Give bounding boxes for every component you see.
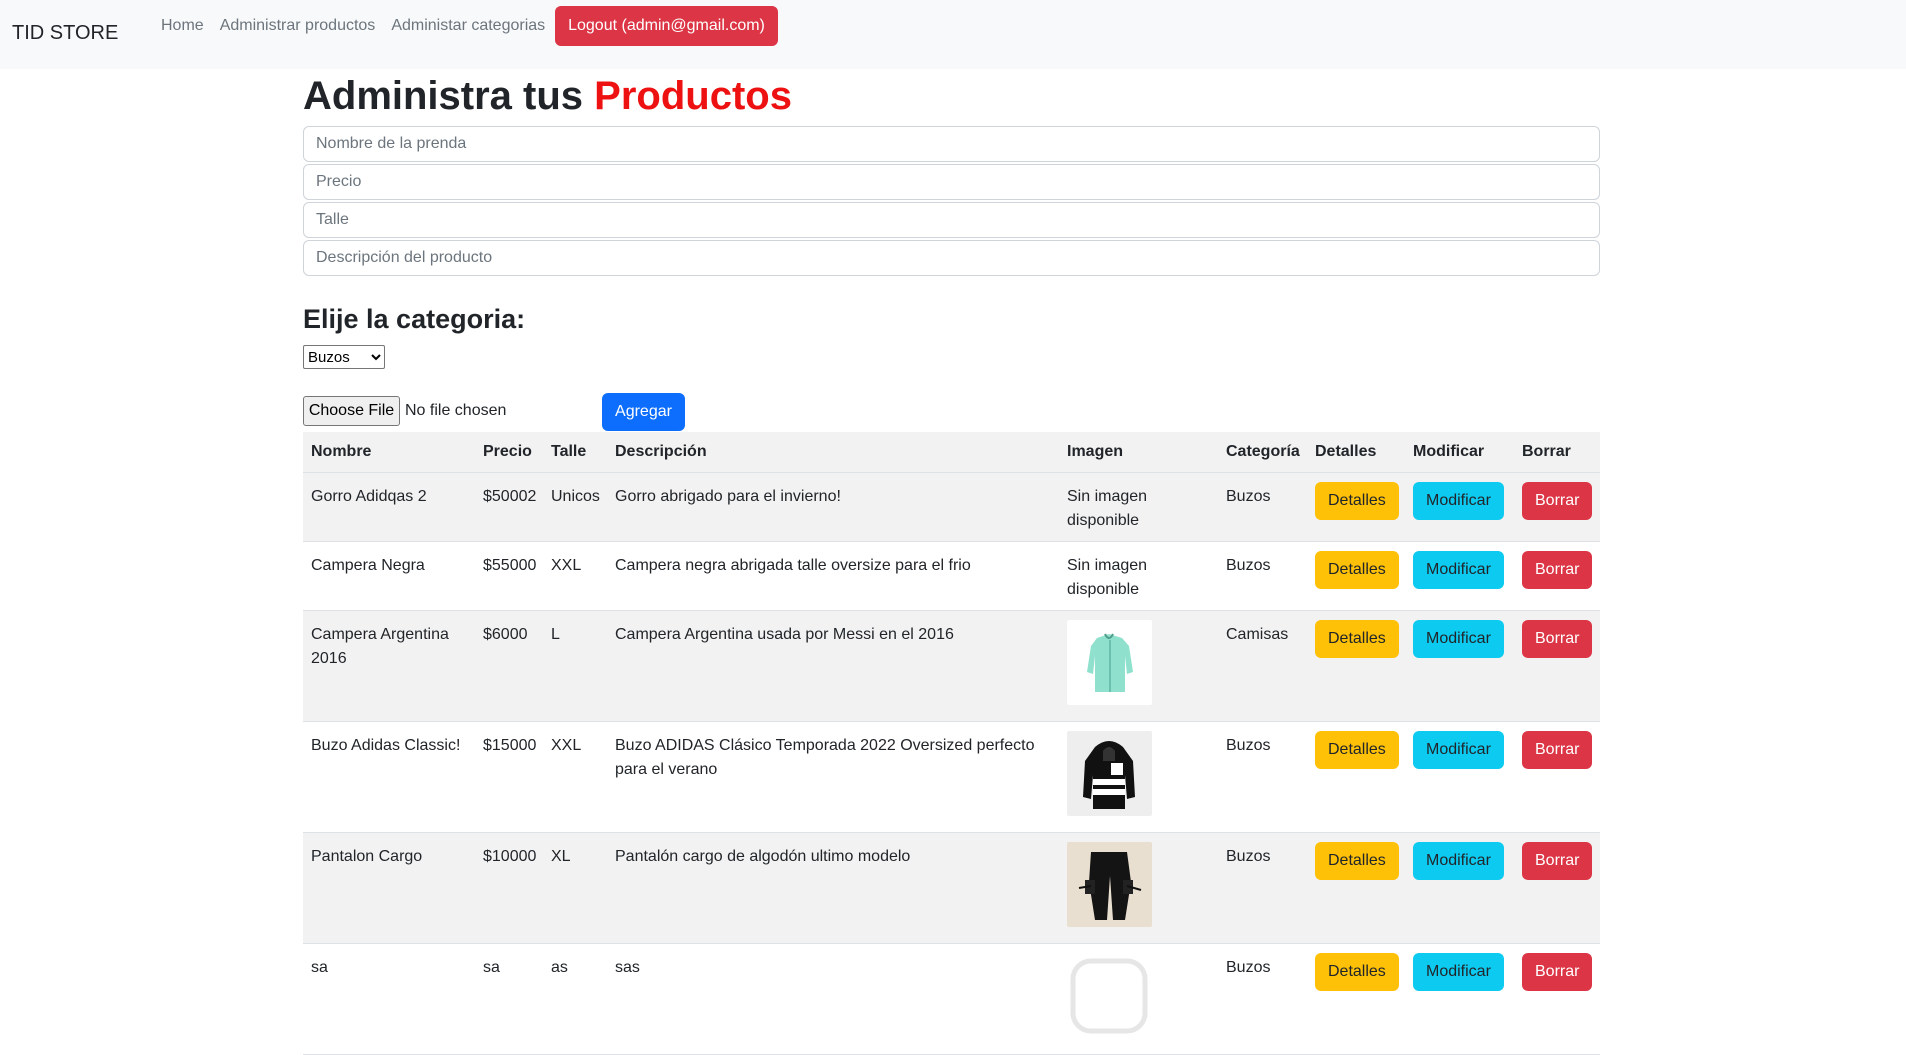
details-button[interactable]: Detalles (1315, 551, 1399, 589)
delete-button[interactable]: Borrar (1522, 842, 1593, 880)
cell-name: Buzo Adidas Classic! (303, 721, 475, 833)
details-button[interactable]: Detalles (1315, 953, 1399, 991)
col-header-delete: Borrar (1514, 432, 1600, 473)
black-hoodie-thumbnail (1067, 731, 1152, 816)
cell-name: Campera Negra (303, 541, 475, 611)
cell-price: $55000 (475, 541, 543, 611)
table-row: Pantalon Cargo $10000 XL Pantalón cargo … (303, 832, 1600, 944)
category-select[interactable]: Buzos (303, 345, 385, 369)
cell-category: Buzos (1218, 832, 1307, 944)
cell-image-unavailable: Sin imagen disponible (1059, 541, 1218, 611)
cell-image-unavailable: Sin imagen disponible (1059, 472, 1218, 542)
col-header-name: Nombre (303, 432, 475, 473)
modify-button[interactable]: Modificar (1413, 620, 1504, 658)
table-header-row: Nombre Precio Talle Descripción Imagen C… (303, 432, 1600, 473)
choose-file-button[interactable]: Choose File (303, 396, 400, 426)
delete-button[interactable]: Borrar (1522, 551, 1593, 589)
table-row: Campera Argentina 2016 $6000 L Campera A… (303, 610, 1600, 722)
table-row: Buzo Adidas Classic! $15000 XXL Buzo ADI… (303, 721, 1600, 833)
product-name-input[interactable] (303, 126, 1600, 162)
file-status-text: No file chosen (405, 402, 507, 419)
cell-category: Buzos (1218, 472, 1307, 542)
cell-category: Buzos (1218, 943, 1307, 1055)
cell-price: $10000 (475, 832, 543, 944)
brand-logo[interactable]: TID STORE (12, 22, 118, 45)
navbar: TID STORE Home Administrar productos Adm… (0, 0, 1906, 69)
cell-price: $6000 (475, 610, 543, 722)
black-cargo-pants-thumbnail (1067, 842, 1152, 927)
page-title-prefix: Administra tus (303, 74, 584, 118)
cell-size: as (543, 943, 607, 1055)
col-header-price: Precio (475, 432, 543, 473)
modify-button[interactable]: Modificar (1413, 842, 1504, 880)
col-header-image: Imagen (1059, 432, 1218, 473)
cell-price: $50002 (475, 472, 543, 542)
cell-category: Buzos (1218, 721, 1307, 833)
delete-button[interactable]: Borrar (1522, 953, 1593, 991)
delete-button[interactable]: Borrar (1522, 731, 1593, 769)
modify-button[interactable]: Modificar (1413, 731, 1504, 769)
nav-links: Home Administrar productos Administar ca… (161, 0, 545, 52)
nav-link-manage-products[interactable]: Administrar productos (220, 17, 376, 35)
cell-description: Pantalón cargo de algodón ultimo modelo (607, 832, 1059, 944)
cell-description: Buzo ADIDAS Clásico Temporada 2022 Overs… (607, 721, 1059, 833)
cell-name: Pantalon Cargo (303, 832, 475, 944)
cell-name: Gorro Adidqas 2 (303, 472, 475, 542)
delete-button[interactable]: Borrar (1522, 482, 1593, 520)
cell-description: sas (607, 943, 1059, 1055)
col-header-description: Descripción (607, 432, 1059, 473)
cell-size: XL (543, 832, 607, 944)
details-button[interactable]: Detalles (1315, 620, 1399, 658)
cell-description: Campera negra abrigada talle oversize pa… (607, 541, 1059, 611)
cell-description: Gorro abrigado para el invierno! (607, 472, 1059, 542)
table-row: Gorro Adidqas 2 $50002 Unicos Gorro abri… (303, 472, 1600, 542)
col-header-modify: Modificar (1405, 432, 1514, 473)
details-button[interactable]: Detalles (1315, 482, 1399, 520)
cell-category: Buzos (1218, 541, 1307, 611)
modify-button[interactable]: Modificar (1413, 482, 1504, 520)
nav-link-manage-categories[interactable]: Administar categorias (391, 17, 545, 35)
col-header-details: Detalles (1307, 432, 1405, 473)
details-button[interactable]: Detalles (1315, 731, 1399, 769)
cell-price: $15000 (475, 721, 543, 833)
placeholder-image-thumbnail (1067, 953, 1152, 1038)
modify-button[interactable]: Modificar (1413, 953, 1504, 991)
add-product-button[interactable]: Agregar (602, 393, 685, 431)
cell-category: Camisas (1218, 610, 1307, 722)
cell-size: XXL (543, 721, 607, 833)
cell-description: Campera Argentina usada por Messi en el … (607, 610, 1059, 722)
page-title-accent: Productos (594, 74, 792, 118)
cell-name: sa (303, 943, 475, 1055)
col-header-category: Categoría (1218, 432, 1307, 473)
size-input[interactable] (303, 202, 1600, 238)
products-table: Nombre Precio Talle Descripción Imagen C… (303, 432, 1600, 1055)
description-input[interactable] (303, 240, 1600, 276)
page-title: Administra tus Productos (303, 72, 792, 120)
table-row: Campera Negra $55000 XXL Campera negra a… (303, 541, 1600, 611)
cell-size: XXL (543, 541, 607, 611)
logout-button[interactable]: Logout (admin@gmail.com) (555, 6, 778, 46)
category-heading: Elije la categoria: (303, 304, 526, 334)
details-button[interactable]: Detalles (1315, 842, 1399, 880)
col-header-size: Talle (543, 432, 607, 473)
cell-size: L (543, 610, 607, 722)
modify-button[interactable]: Modificar (1413, 551, 1504, 589)
nav-link-home[interactable]: Home (161, 17, 204, 35)
mint-jacket-thumbnail (1067, 620, 1152, 705)
cell-name: Campera Argentina 2016 (303, 610, 475, 722)
delete-button[interactable]: Borrar (1522, 620, 1593, 658)
cell-price: sa (475, 943, 543, 1055)
cell-size: Unicos (543, 472, 607, 542)
price-input[interactable] (303, 164, 1600, 200)
table-row: sa sa as sas Buzos Detalles Modificar Bo… (303, 943, 1600, 1055)
